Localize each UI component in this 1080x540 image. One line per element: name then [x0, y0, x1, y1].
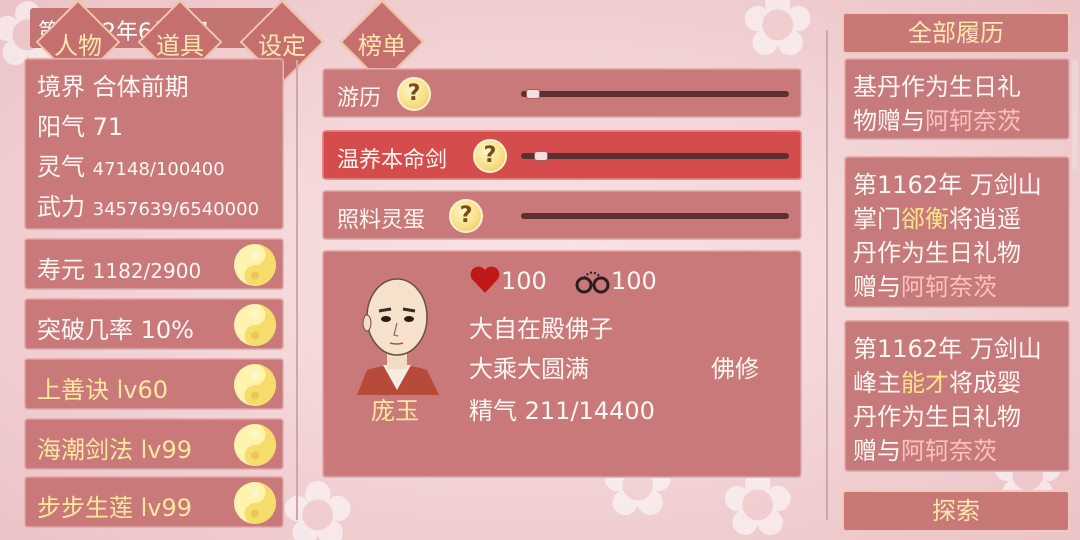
- yin-yang-icon[interactable]: [233, 363, 277, 407]
- log-line: 物赠与阿轲奈茨: [853, 107, 1021, 135]
- skill-haichao[interactable]: 海潮剑法 lv99: [24, 418, 284, 470]
- character-title: 大自在殿佛子: [469, 315, 613, 343]
- character-path: 佛修: [711, 355, 759, 383]
- nav-settings-label[interactable]: 设定: [237, 26, 327, 61]
- character-name: 庞玉: [371, 397, 419, 425]
- petal-decoration: ✿: [740, 0, 816, 77]
- action-nourish-sword[interactable]: 温养本命剑 ?: [322, 130, 802, 180]
- help-icon[interactable]: ?: [449, 199, 483, 233]
- stat-wuli-value: 3457639/6540000: [92, 199, 260, 220]
- log-line: 赠与阿轲奈茨: [853, 273, 997, 301]
- yin-yang-icon[interactable]: [233, 303, 277, 347]
- stat-realm-label: 境界: [37, 73, 85, 101]
- stat-realm: 境界 合体前期: [37, 67, 189, 102]
- right-scrollbar-thumb[interactable]: [1072, 60, 1078, 170]
- yin-yang-icon[interactable]: [233, 423, 277, 467]
- history-log-entry: 第1162年 万剑山 峰主能才将成婴 丹作为生日礼物 赠与阿轲奈茨: [844, 320, 1070, 472]
- nav-ranking-label[interactable]: 榜单: [337, 26, 427, 61]
- stat-yang: 阳气 71: [37, 107, 123, 142]
- action-slider[interactable]: [521, 151, 789, 161]
- nav-items-label[interactable]: 道具: [135, 26, 225, 61]
- history-log-entry: 基丹作为生日礼 物赠与阿轲奈茨: [844, 58, 1070, 140]
- stat-wuli: 武力 3457639/6540000: [37, 187, 259, 222]
- heart-icon: [470, 266, 500, 293]
- handcuffs-icon: [575, 271, 610, 294]
- skill-label: 上善诀 lv60: [37, 376, 169, 404]
- slider-knob[interactable]: [533, 151, 548, 161]
- yin-yang-icon[interactable]: [233, 481, 277, 525]
- log-line: 第1162年 万剑山: [853, 335, 1042, 363]
- skill-label: 步步生莲 lv99: [37, 494, 193, 522]
- skill-label: 海潮剑法 lv99: [37, 436, 193, 464]
- stat-ling-value: 47148/100400: [92, 159, 225, 180]
- character-portrait: [357, 278, 439, 395]
- stat-wuli-label: 武力: [37, 193, 85, 221]
- skill-breakthrough[interactable]: 突破几率 10%: [24, 298, 284, 350]
- skill-bubu[interactable]: 步步生莲 lv99: [24, 476, 284, 528]
- yin-yang-icon[interactable]: [233, 243, 277, 287]
- character-card[interactable]: 庞玉 100 100 大自在殿佛子 大乘大圆满 佛修 精气 211/14400: [322, 250, 802, 478]
- skill-label: 突破几率 10%: [37, 316, 194, 344]
- stat-yang-value: 71: [92, 113, 124, 141]
- log-line: 丹作为生日礼物: [853, 239, 1021, 267]
- action-slider[interactable]: [521, 213, 789, 219]
- stat-yang-label: 阳气: [37, 113, 85, 141]
- action-label: 温养本命剑: [337, 148, 448, 173]
- skill-label: 寿元 1182/2900: [37, 256, 202, 284]
- log-line: 赠与阿轲奈茨: [853, 437, 997, 465]
- skill-lifespan[interactable]: 寿元 1182/2900: [24, 238, 284, 290]
- log-line: 峰主能才将成婴: [853, 369, 1021, 397]
- essence-label: 精气: [469, 397, 517, 425]
- character-bond: 100: [611, 267, 657, 295]
- character-stage: 大乘大圆满: [469, 355, 589, 383]
- action-label: 游历: [337, 86, 382, 111]
- stat-ling-label: 灵气: [37, 153, 85, 181]
- stats-panel: 境界 合体前期 阳气 71 灵气 47148/100400 武力 3457639…: [24, 58, 284, 230]
- slider-knob[interactable]: [526, 89, 541, 99]
- all-history-button[interactable]: 全部履历: [842, 12, 1070, 54]
- essence-value: 211/14400: [524, 397, 655, 425]
- stat-realm-value: 合体前期: [92, 73, 189, 101]
- help-icon[interactable]: ?: [473, 139, 507, 173]
- character-essence: 精气 211/14400: [469, 391, 655, 426]
- character-hp: 100: [501, 267, 547, 295]
- explore-button[interactable]: 探索: [842, 490, 1070, 532]
- log-line: 第1162年 万剑山: [853, 171, 1042, 199]
- action-label: 照料灵蛋: [337, 208, 426, 233]
- petal-decoration: ✿: [280, 462, 356, 540]
- action-care-egg[interactable]: 照料灵蛋 ?: [322, 190, 802, 240]
- stat-ling: 灵气 47148/100400: [37, 147, 225, 182]
- skill-shangshan[interactable]: 上善诀 lv60: [24, 358, 284, 410]
- history-log-entry: 第1162年 万剑山 掌门郤衡将逍遥 丹作为生日礼物 赠与阿轲奈茨: [844, 156, 1070, 308]
- nav-character-label[interactable]: 人物: [33, 26, 123, 61]
- action-travel[interactable]: 游历 ?: [322, 68, 802, 118]
- log-line: 基丹作为生日礼: [853, 73, 1021, 101]
- action-slider[interactable]: [521, 89, 789, 99]
- help-icon[interactable]: ?: [397, 77, 431, 111]
- log-line: 丹作为生日礼物: [853, 403, 1021, 431]
- right-scroll-track[interactable]: [826, 30, 828, 520]
- log-line: 掌门郤衡将逍遥: [853, 205, 1021, 233]
- left-scroll-track[interactable]: [296, 60, 298, 520]
